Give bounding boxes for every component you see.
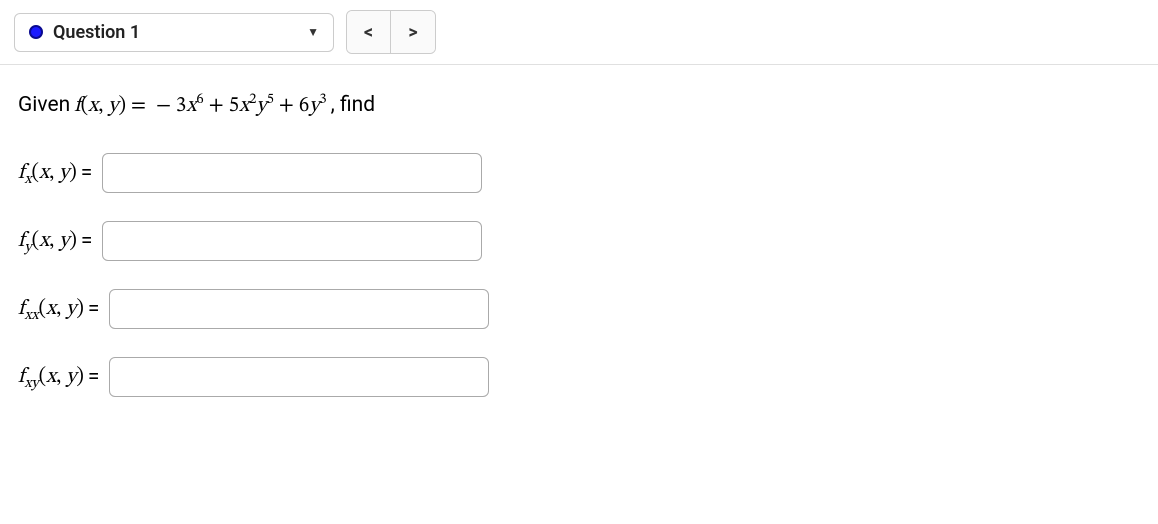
row-fy: fy(x, y) = xyxy=(18,221,1140,261)
equals-sign: = xyxy=(81,229,93,253)
input-fy[interactable] xyxy=(102,221,482,261)
question-label: Question 1 xyxy=(53,22,140,43)
chevron-left-icon: < xyxy=(364,22,373,43)
row-fxx: fxx(x, y) = xyxy=(18,289,1140,329)
chevron-down-icon: ▼ xyxy=(307,25,319,39)
input-fxy[interactable] xyxy=(109,357,489,397)
input-fxx[interactable] xyxy=(109,289,489,329)
equals-sign: = xyxy=(88,365,100,389)
label-fx: fx(x, y) xyxy=(18,160,77,186)
given-prefix: Given xyxy=(18,93,70,117)
prev-question-button[interactable]: < xyxy=(347,11,391,53)
function-expression: f(x, y) = − 3x6 + 5x2y5 + 6y3 xyxy=(74,93,326,119)
problem-statement: Given f(x, y) = − 3x6 + 5x2y5 + 6y3 , fi… xyxy=(18,93,1140,119)
status-dot-icon xyxy=(29,25,43,39)
nav-buttons: < > xyxy=(346,10,436,54)
next-question-button[interactable]: > xyxy=(391,11,435,53)
equals-sign: = xyxy=(88,297,100,321)
row-fx: fx(x, y) = xyxy=(18,153,1140,193)
question-selector-left: Question 1 xyxy=(29,22,140,43)
label-fy: fy(x, y) xyxy=(18,228,77,254)
row-fxy: fxy(x, y) = xyxy=(18,357,1140,397)
question-content: Given f(x, y) = − 3x6 + 5x2y5 + 6y3 , fi… xyxy=(0,65,1158,453)
label-fxy: fxy(x, y) xyxy=(18,364,84,390)
toolbar: Question 1 ▼ < > xyxy=(0,0,1158,65)
input-fx[interactable] xyxy=(102,153,482,193)
question-selector[interactable]: Question 1 ▼ xyxy=(14,13,334,52)
equals-sign: = xyxy=(81,161,93,185)
label-fxx: fxx(x, y) xyxy=(18,296,84,322)
chevron-right-icon: > xyxy=(408,22,417,43)
given-suffix: , find xyxy=(331,93,375,117)
